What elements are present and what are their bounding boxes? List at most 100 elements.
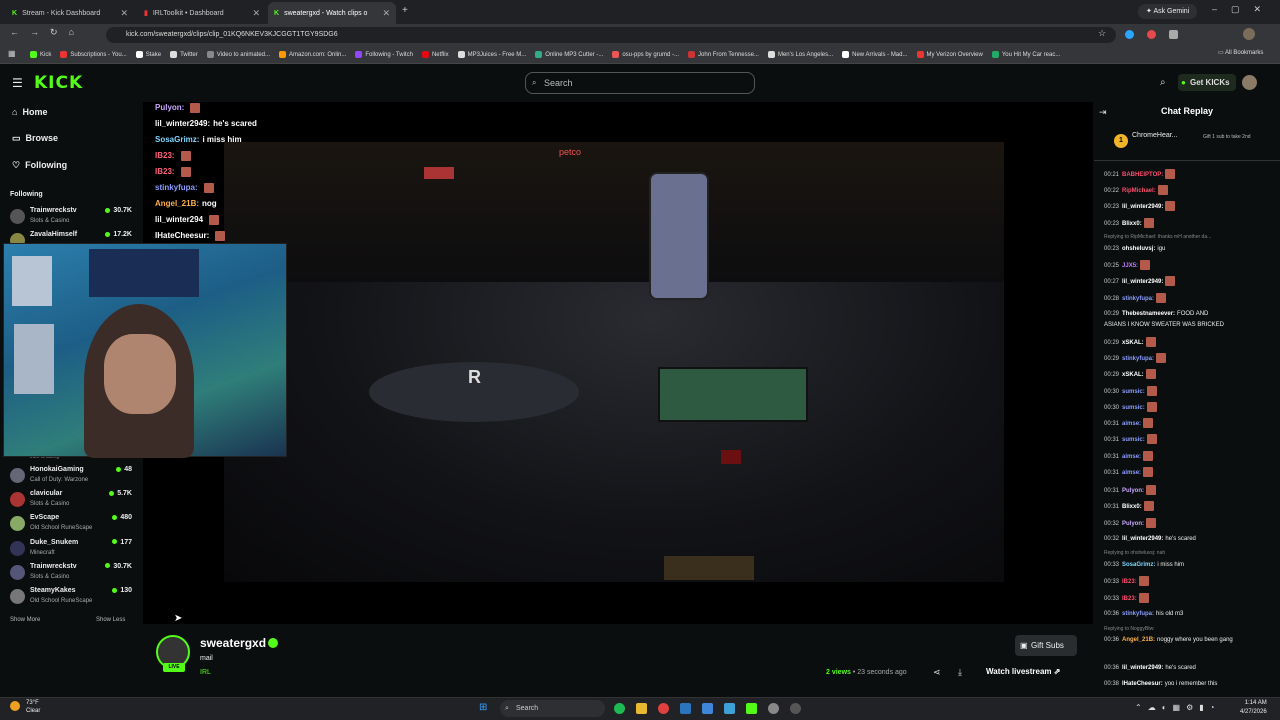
chat-username[interactable]: lil_winter2949: bbox=[1122, 204, 1163, 210]
gift-subs-button[interactable]: ▣ Gift Subs bbox=[1015, 635, 1077, 656]
nav-browse[interactable]: ▭ Browse bbox=[12, 133, 58, 144]
bookmark-item[interactable]: osu-pps by grumd -... bbox=[612, 51, 679, 58]
sidebar-channel[interactable]: EvScape Old School RuneScape 480 bbox=[10, 514, 132, 538]
chat-username[interactable]: lil_winter2949: bbox=[1122, 536, 1163, 542]
bookmark-item[interactable]: My Verizon Overview bbox=[916, 51, 983, 58]
chat-username[interactable]: Angel_21B: bbox=[1122, 637, 1155, 643]
close-tab-icon[interactable]: ✕ bbox=[252, 8, 260, 19]
bookmark-item[interactable]: New Arrivals - Mad... bbox=[842, 51, 908, 58]
ask-gemini-button[interactable]: ✦ Ask Gemini bbox=[1138, 4, 1198, 19]
extensions-area[interactable] bbox=[1125, 28, 1265, 41]
chat-username[interactable]: RipMichael: bbox=[1122, 188, 1156, 194]
new-tab-icon[interactable]: + bbox=[402, 5, 408, 16]
tab-sweatergxd-clips[interactable]: K sweatergxd - Watch clips o ✕ bbox=[268, 2, 396, 24]
pinned-user[interactable]: ChromeHear... bbox=[1132, 132, 1178, 139]
bookmark-item[interactable]: Following - Twitch bbox=[355, 51, 413, 58]
chat-username[interactable]: lil_winter2949: bbox=[1122, 279, 1163, 285]
bookmark-item[interactable]: Twitter bbox=[170, 51, 198, 58]
clock[interactable]: 1:14 AM 4/27/2026 bbox=[1240, 699, 1267, 717]
chat-username[interactable]: aimse: bbox=[1122, 470, 1141, 476]
sidebar-channel[interactable]: HonokaiGaming Call of Duty: Warzone 48 bbox=[10, 466, 132, 490]
watch-livestream-button[interactable]: Watch livestream ⇗ bbox=[986, 667, 1060, 676]
extension-icon[interactable] bbox=[1125, 30, 1134, 39]
app-icon[interactable] bbox=[790, 703, 801, 714]
collapse-chat-icon[interactable]: ⇥ bbox=[1099, 107, 1107, 118]
sidebar-channel[interactable]: SteamyKakes Old School RuneScape 130 bbox=[10, 587, 132, 611]
chat-username[interactable]: IB23: bbox=[1122, 596, 1137, 602]
system-tray-icons[interactable]: ⌃☁◐▦⚙▮◔ bbox=[1135, 703, 1221, 712]
chat-username[interactable]: Blixx0: bbox=[1122, 504, 1142, 510]
chat-username[interactable]: IHateCheesur: bbox=[1122, 681, 1163, 687]
sidebar-channel[interactable]: Trainwreckstv Slots & Casino 30.7K bbox=[10, 207, 132, 231]
steam-icon[interactable] bbox=[680, 703, 691, 714]
nav-following[interactable]: ♡ Following bbox=[12, 160, 67, 171]
chat-username[interactable]: sumsic: bbox=[1122, 405, 1145, 411]
bookmark-item[interactable]: MP3Juices - Free M... bbox=[457, 51, 526, 58]
sidebar-channel[interactable]: clavicular Slots & Casino 5.7K bbox=[10, 490, 132, 514]
chat-username[interactable]: Pulyon: bbox=[1122, 488, 1144, 494]
bookmark-item[interactable]: Online MP3 Cutter -... bbox=[535, 51, 603, 58]
window-controls[interactable]: –▢✕ bbox=[1212, 4, 1275, 15]
chat-username[interactable]: aimse: bbox=[1122, 454, 1141, 460]
chat-username[interactable]: Thebestnameever: bbox=[1122, 311, 1175, 317]
chat-username[interactable]: stinkyfupa: bbox=[1122, 296, 1154, 302]
bookmark-item[interactable]: Amazon.com: Onlin... bbox=[279, 51, 346, 58]
chat-username[interactable]: sumsic: bbox=[1122, 437, 1145, 443]
tab-irltoolkit[interactable]: ▮ IRLToolkit • Dashboard ✕ bbox=[138, 2, 266, 24]
nav-buttons-icon[interactable]: ←→↻⌂ bbox=[10, 27, 85, 38]
all-bookmarks[interactable]: ▭ All Bookmarks bbox=[1218, 49, 1263, 56]
bookmark-item[interactable]: Netflix bbox=[421, 51, 449, 58]
chat-username[interactable]: Pulyon: bbox=[1122, 521, 1144, 527]
chat-username[interactable]: lil_winter2949: bbox=[1122, 665, 1163, 671]
app-icon[interactable] bbox=[702, 703, 713, 714]
apps-grid-icon[interactable]: ▦ bbox=[8, 49, 16, 58]
store-icon[interactable] bbox=[724, 703, 735, 714]
chat-username[interactable]: Blixx0: bbox=[1122, 221, 1142, 227]
close-tab-icon[interactable]: ✕ bbox=[382, 8, 390, 19]
bookmark-item[interactable]: Subscriptions - You... bbox=[60, 51, 127, 58]
spotify-icon[interactable] bbox=[614, 703, 625, 714]
chrome-icon[interactable] bbox=[658, 703, 669, 714]
chat-username[interactable]: xSKAL: bbox=[1122, 340, 1144, 346]
nav-home[interactable]: ⌂ Home bbox=[12, 107, 47, 117]
sidebar-channel[interactable]: Duke_Snukem Minecraft 177 bbox=[10, 539, 132, 563]
bookmark-item[interactable]: Video to animated... bbox=[206, 51, 270, 58]
sidebar-channel[interactable]: Trainwreckstv Slots & Casino 30.7K bbox=[10, 563, 132, 587]
channel-name[interactable]: sweatergxd bbox=[200, 636, 266, 650]
download-icon[interactable]: ⤓ bbox=[958, 667, 962, 678]
bookmark-item[interactable]: You Hit My Car reac... bbox=[991, 51, 1060, 58]
chat-username[interactable]: aimse: bbox=[1122, 421, 1141, 427]
hamburger-menu-icon[interactable]: ☰ bbox=[12, 76, 23, 90]
chat-username[interactable]: stinkyfupa: bbox=[1122, 356, 1154, 362]
profile-avatar[interactable] bbox=[1243, 28, 1255, 40]
weather-widget[interactable]: 73°F Clear bbox=[26, 699, 40, 715]
bookmark-item[interactable]: John From Tennesse... bbox=[688, 51, 759, 58]
show-less-link[interactable]: Show Less bbox=[96, 617, 125, 623]
user-avatar[interactable] bbox=[1242, 75, 1257, 90]
file-explorer-icon[interactable] bbox=[636, 703, 647, 714]
kick-app-icon[interactable] bbox=[746, 703, 757, 714]
settings-icon[interactable] bbox=[768, 703, 779, 714]
kick-logo[interactable]: KICK bbox=[34, 73, 83, 93]
chat-username[interactable]: sumsic: bbox=[1122, 389, 1145, 395]
puzzle-icon[interactable] bbox=[1169, 30, 1178, 39]
share-icon[interactable]: ⋖ bbox=[933, 667, 941, 678]
bookmark-item[interactable]: Men's Los Angeles... bbox=[767, 51, 833, 58]
extension-icon[interactable] bbox=[1147, 30, 1156, 39]
bookmark-star-icon[interactable]: ☆ bbox=[1098, 28, 1106, 39]
chat-username[interactable]: SosaGrimz: bbox=[1122, 562, 1155, 568]
chat-username[interactable]: IB23: bbox=[1122, 579, 1137, 585]
search-input[interactable]: ⌕ Search bbox=[525, 72, 755, 94]
chat-username[interactable]: JJX5: bbox=[1122, 263, 1138, 269]
get-kicks-button[interactable]: ● Get KICKs bbox=[1178, 74, 1236, 91]
search-toggle-icon[interactable]: ⌕ bbox=[1160, 77, 1166, 88]
address-bar[interactable]: kick.com/sweatergxd/clips/clip_01KQ6NKEV… bbox=[106, 27, 1116, 43]
bookmark-item[interactable]: Kick bbox=[30, 51, 51, 58]
category-link[interactable]: IRL bbox=[200, 669, 211, 676]
close-tab-icon[interactable]: ✕ bbox=[120, 8, 128, 19]
tab-kick-dashboard[interactable]: K Stream - Kick Dashboard ✕ bbox=[6, 2, 134, 24]
windows-start-icon[interactable]: ⊞ bbox=[479, 702, 487, 713]
chat-username[interactable]: ohsheluvsj: bbox=[1122, 246, 1155, 252]
chat-username[interactable]: xSKAL: bbox=[1122, 372, 1144, 378]
bookmark-item[interactable]: Stake bbox=[135, 51, 161, 58]
